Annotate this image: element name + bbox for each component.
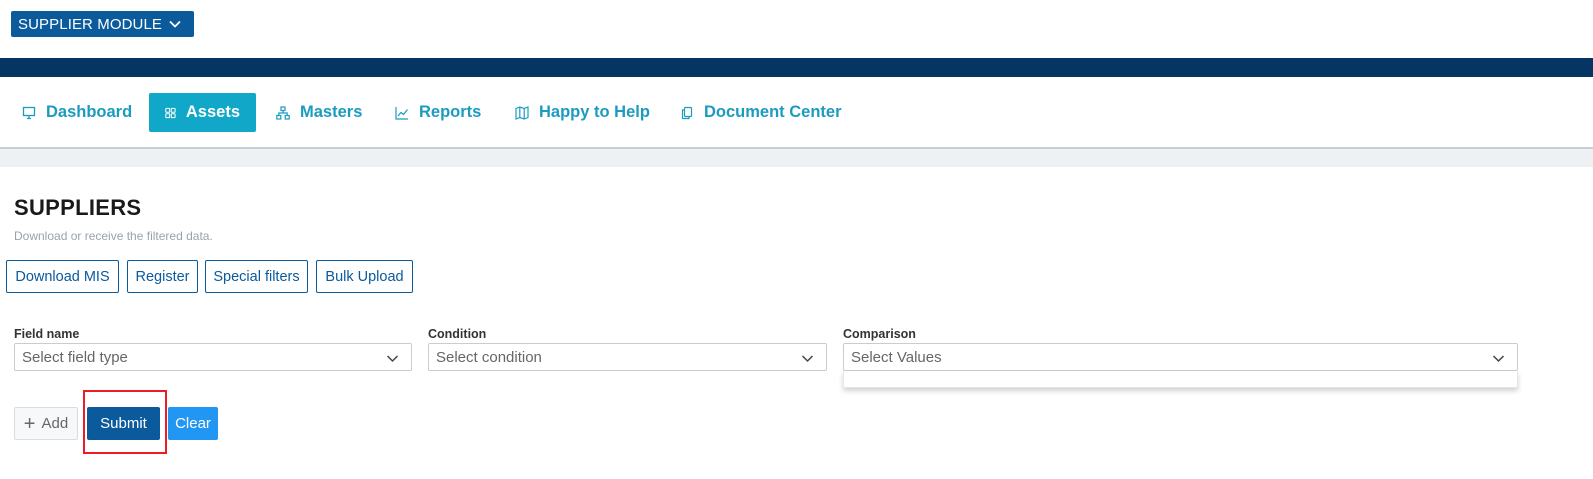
condition-select[interactable]: Select condition (428, 343, 827, 371)
grid-icon (165, 107, 176, 118)
nav-item-masters[interactable]: Masters (276, 93, 362, 132)
field-name-select[interactable]: Select field type (14, 343, 412, 371)
documents-icon (681, 106, 693, 119)
chevron-down-icon (801, 355, 814, 363)
content-divider-strip (0, 149, 1593, 167)
nav-item-document-center[interactable]: Document Center (680, 93, 842, 132)
page-title: SUPPLIERS (14, 195, 142, 220)
field-name-placeholder: Select field type (22, 348, 128, 366)
add-button[interactable]: + Add (14, 407, 78, 440)
field-name-label: Field name (14, 327, 80, 341)
top-header-bar (0, 58, 1593, 77)
hierarchy-icon (276, 105, 290, 120)
nav-item-reports[interactable]: Reports (395, 93, 481, 132)
nav-item-happy-to-help[interactable]: Happy to Help (515, 93, 650, 132)
nav-item-label: Dashboard (46, 103, 133, 121)
nav-item-assets[interactable]: Assets (149, 93, 256, 132)
chevron-down-icon (386, 355, 399, 363)
clear-button[interactable]: Clear (168, 407, 218, 440)
comparison-select[interactable]: Select Values (843, 343, 1518, 371)
main-navigation: Dashboard Assets Masters Reports Happy t… (0, 77, 1593, 149)
special-filters-button[interactable]: Special filters (205, 260, 308, 293)
monitor-icon (22, 106, 36, 119)
nav-item-label: Document Center (704, 103, 842, 121)
register-button[interactable]: Register (127, 260, 198, 293)
plus-icon: + (23, 412, 36, 435)
bulk-upload-button[interactable]: Bulk Upload (316, 260, 413, 293)
map-icon (515, 105, 529, 120)
chevron-down-icon (1492, 355, 1505, 363)
line-chart-icon (395, 106, 408, 120)
chevron-down-icon (169, 20, 181, 28)
condition-placeholder: Select condition (436, 348, 542, 366)
comparison-label: Comparison (843, 327, 916, 341)
add-button-label: Add (41, 415, 69, 432)
download-mis-button[interactable]: Download MIS (6, 260, 119, 293)
submit-button[interactable]: Submit (87, 407, 160, 440)
module-selector-label: SUPPLIER MODULE (18, 15, 163, 33)
nav-item-label: Masters (300, 103, 363, 121)
comparison-dropdown-panel (843, 371, 1518, 388)
condition-label: Condition (428, 327, 487, 341)
page-subtitle: Download or receive the filtered data. (14, 229, 213, 243)
nav-item-label: Reports (419, 103, 482, 121)
nav-item-label: Happy to Help (539, 103, 650, 121)
module-selector[interactable]: SUPPLIER MODULE (11, 11, 194, 37)
nav-item-label: Assets (185, 103, 240, 121)
nav-item-dashboard[interactable]: Dashboard (22, 93, 132, 132)
comparison-placeholder: Select Values (851, 348, 942, 366)
